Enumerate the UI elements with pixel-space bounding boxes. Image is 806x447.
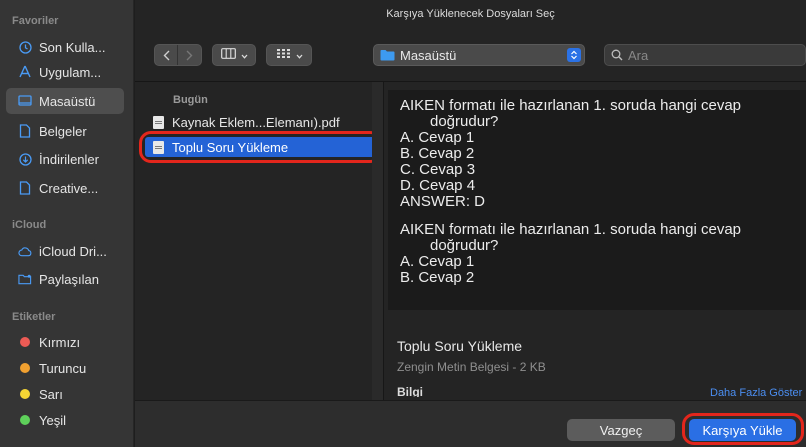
- folder-icon: [380, 49, 395, 61]
- red-tag-icon: [18, 335, 32, 349]
- sidebar-tag-green[interactable]: Yeşil: [6, 407, 124, 433]
- sidebar-item-label: Sarı: [39, 386, 63, 402]
- sidebar-item-documents[interactable]: Belgeler: [6, 118, 124, 144]
- shared-folder-icon: [18, 272, 32, 286]
- columns-view-icon: [220, 46, 236, 64]
- sidebar-item-label: Turuncu: [39, 360, 87, 376]
- chevron-down-icon: [296, 46, 303, 64]
- forward-icon[interactable]: [178, 45, 201, 65]
- window-title: Karşıya Yüklenecek Dosyaları Seç: [386, 8, 555, 20]
- location-dropdown[interactable]: Masaüstü: [373, 44, 585, 66]
- preview-answer: ANSWER: D: [400, 193, 486, 210]
- sidebar-item-shared[interactable]: Paylaşılan: [6, 266, 124, 292]
- sidebar-tag-orange[interactable]: Turuncu: [6, 355, 124, 381]
- sidebar-item-label: İndirilenler: [39, 151, 99, 167]
- yellow-tag-icon: [18, 387, 32, 401]
- preview-option: B. Cevap 2: [400, 145, 475, 162]
- sidebar-item-label: Yeşil: [39, 412, 66, 428]
- pdf-file-icon: [153, 115, 164, 129]
- date-group-header: Bugün: [173, 94, 208, 106]
- preview-question: AIKEN formatı ile hazırlanan 1. soruda h…: [400, 222, 800, 254]
- sidebar-item-downloads[interactable]: İndirilenler: [6, 146, 124, 172]
- green-tag-icon: [18, 413, 32, 427]
- sidebar-item-label: Belgeler: [39, 123, 87, 139]
- search-icon: [611, 49, 623, 61]
- sidebar-item-label: iCloud Dri...: [39, 243, 107, 259]
- sidebar-item-label: Creative...: [39, 180, 99, 196]
- back-icon[interactable]: [155, 45, 179, 65]
- search-field[interactable]: [604, 44, 806, 66]
- nav-buttons: [154, 44, 202, 66]
- group-button[interactable]: [266, 44, 312, 66]
- sidebar-header-tags: Etiketler: [12, 311, 56, 323]
- desktop-icon: [18, 94, 32, 108]
- sidebar-item-recents[interactable]: Son Kulla...: [6, 34, 124, 60]
- preview-question-line: doğrudur?: [430, 237, 499, 254]
- file-preview: AIKEN formatı ile hazırlanan 1. soruda h…: [388, 90, 806, 310]
- sidebar-tag-yellow[interactable]: Sarı: [6, 381, 124, 407]
- file-list: Bugün Kaynak Eklem...Elemanı).pdf Toplu …: [135, 82, 383, 400]
- search-input[interactable]: [628, 47, 778, 63]
- sidebar-item-applications[interactable]: Uygulam...: [6, 59, 124, 85]
- sidebar-item-label: Kırmızı: [39, 334, 81, 350]
- file-row-pdf[interactable]: Kaynak Eklem...Elemanı).pdf: [145, 112, 377, 132]
- sidebar-item-label: Paylaşılan: [39, 271, 99, 287]
- preview-question-line: AIKEN formatı ile hazırlanan 1. soruda h…: [400, 221, 742, 238]
- preview-option: B. Cevap 2: [400, 269, 475, 286]
- updown-chevron-icon: [567, 48, 581, 62]
- sidebar-header-favorites: Favoriler: [12, 15, 59, 27]
- grid-icon: [276, 46, 291, 64]
- preview-info-header: Bilgi: [397, 385, 423, 397]
- sidebar: Favoriler Son Kulla... Uygulam... Masaüs…: [0, 0, 134, 447]
- download-icon: [18, 152, 32, 166]
- main-panel: Karşıya Yüklenecek Dosyaları Seç Masaüst…: [135, 0, 806, 447]
- view-mode-button[interactable]: [212, 44, 256, 66]
- annotation-highlight-file: [139, 131, 382, 163]
- document-icon: [18, 124, 32, 138]
- chevron-down-icon: [241, 46, 248, 64]
- location-label: Masaüstü: [400, 47, 457, 63]
- cloud-icon: [18, 244, 32, 258]
- file-icon: [18, 181, 32, 195]
- sidebar-item-label: Uygulam...: [39, 64, 102, 80]
- sidebar-header-icloud: iCloud: [12, 219, 47, 231]
- preview-option: A. Cevap 1: [400, 129, 475, 146]
- sidebar-item-creative[interactable]: Creative...: [6, 175, 124, 201]
- cancel-button[interactable]: Vazgeç: [567, 419, 675, 441]
- sidebar-item-label: Son Kulla...: [39, 39, 106, 55]
- preview-question-line: AIKEN formatı ile hazırlanan 1. soruda h…: [400, 97, 742, 114]
- orange-tag-icon: [18, 361, 32, 375]
- applications-icon: [18, 65, 32, 79]
- sidebar-item-label: Masaüstü: [39, 93, 96, 109]
- annotation-highlight-upload: [682, 413, 804, 445]
- clock-icon: [18, 40, 32, 54]
- column-divider[interactable]: [383, 82, 384, 400]
- preview-file-name: Toplu Soru Yükleme: [397, 338, 523, 354]
- preview-question: AIKEN formatı ile hazırlanan 1. soruda h…: [400, 98, 800, 130]
- preview-option: D. Cevap 4: [400, 177, 476, 194]
- preview-option: A. Cevap 1: [400, 253, 475, 270]
- sidebar-item-desktop[interactable]: Masaüstü: [6, 88, 124, 114]
- file-name: Kaynak Eklem...Elemanı).pdf: [172, 114, 340, 130]
- show-more-link[interactable]: Daha Fazla Göster: [710, 387, 802, 399]
- preview-file-kind: Zengin Metin Belgesi - 2 KB: [397, 360, 546, 374]
- preview-question-line: doğrudur?: [430, 113, 499, 130]
- preview-option: C. Cevap 3: [400, 161, 476, 178]
- sidebar-tag-red[interactable]: Kırmızı: [6, 329, 124, 355]
- sidebar-item-icloud-drive[interactable]: iCloud Dri...: [6, 238, 124, 264]
